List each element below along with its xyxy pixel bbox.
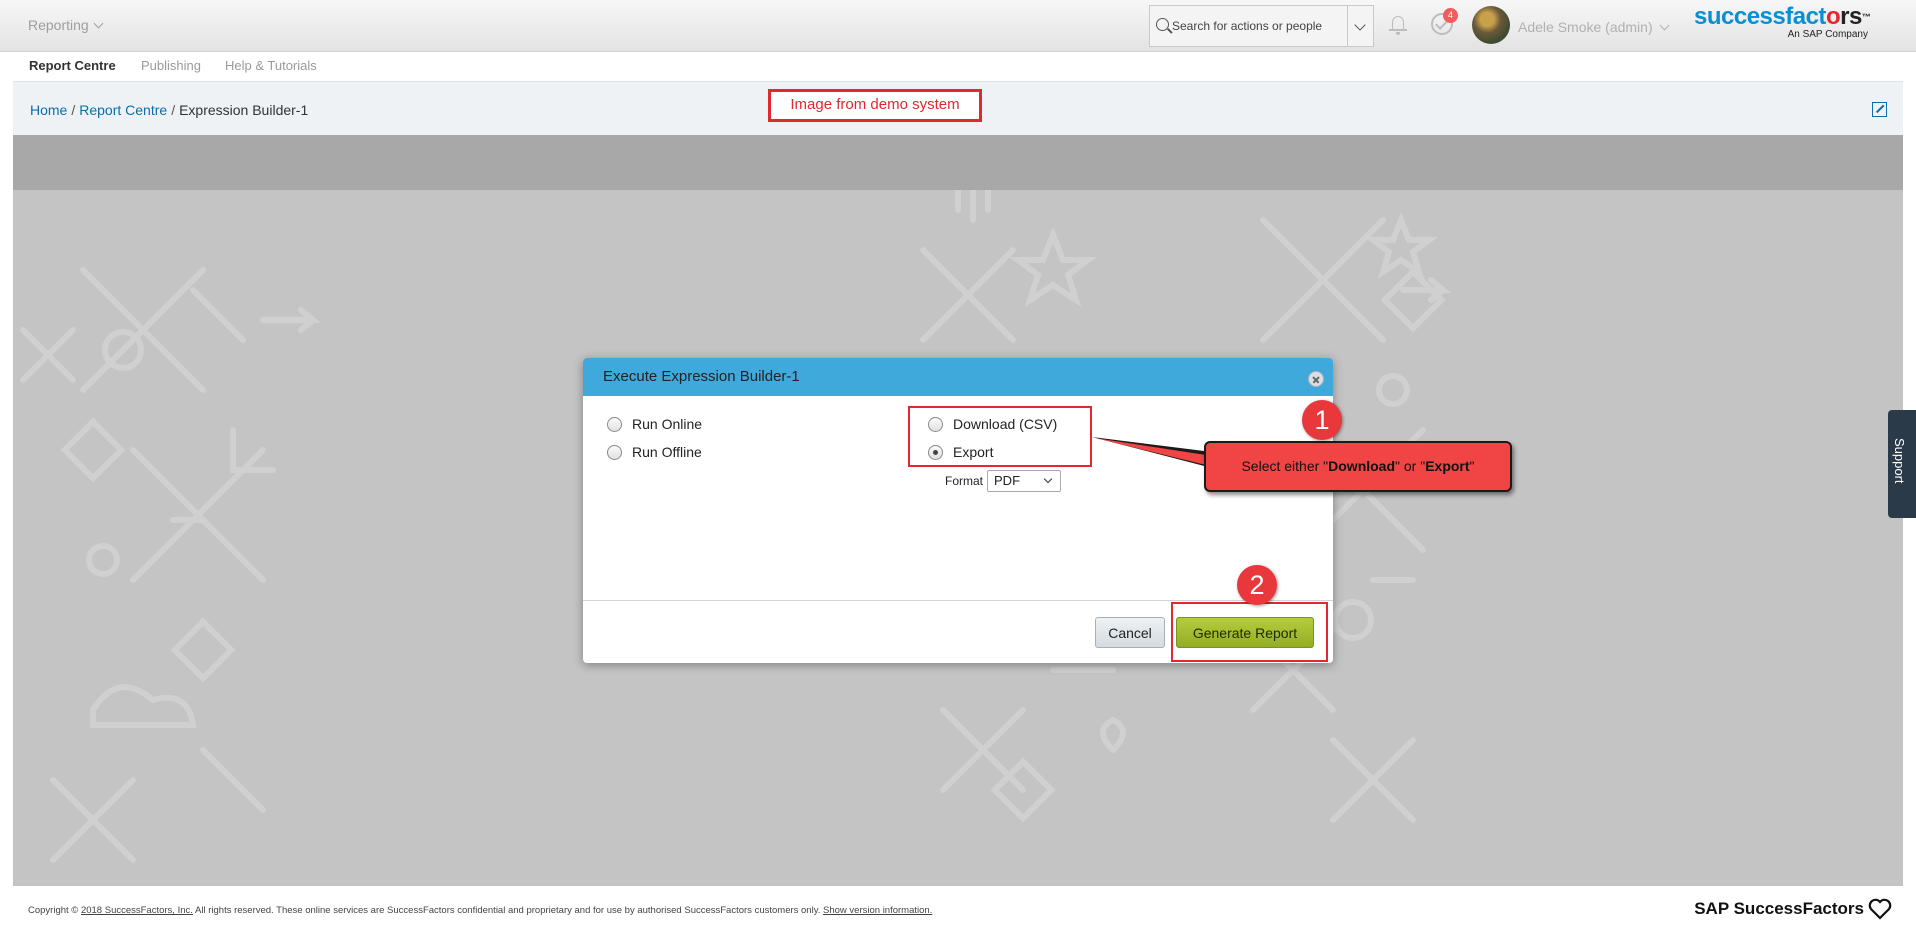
page-header: Home / Report Centre / Expression Builder-1 … <box>13 81 1903 135</box>
run-offline-label: Run Offline <box>632 444 702 460</box>
breadcrumb: Home / Report Centre / Expression Builder-1 <box>30 102 309 118</box>
footer: Copyright © 2018 SuccessFactors, Inc. Al… <box>0 886 1916 930</box>
logo-subtitle: An SAP Company <box>1787 29 1868 40</box>
highlight-generate-button <box>1171 602 1328 662</box>
successfactors-logo[interactable]: successfactors™ An SAP Company <box>1694 4 1894 41</box>
option-run-offline[interactable]: Run Offline <box>607 444 702 460</box>
run-online-radio[interactable] <box>607 416 622 432</box>
chevron-down-icon <box>93 18 104 28</box>
fullscreen-icon[interactable] <box>1872 102 1887 117</box>
copyright-link[interactable]: 2018 SuccessFactors, Inc. <box>81 905 193 916</box>
search-scope-dropdown[interactable] <box>1347 6 1373 46</box>
format-row: Format PDF <box>945 470 1062 492</box>
user-menu[interactable]: Adele Smoke (admin) <box>1518 19 1670 35</box>
sub-navigation: Report Centre Publishing Help & Tutorial… <box>0 53 1916 81</box>
option-run-online[interactable]: Run Online <box>607 416 702 432</box>
copyright-text: Copyright © 2018 SuccessFactors, Inc. Al… <box>28 905 933 916</box>
highlight-output-options <box>908 406 1092 467</box>
dialog-title: Execute Expression Builder-1 <box>603 368 800 385</box>
step-1-marker: 1 <box>1302 400 1342 440</box>
module-picker[interactable]: Reporting <box>28 17 104 33</box>
tab-help-tutorials[interactable]: Help & Tutorials <box>225 58 317 73</box>
search-icon <box>1150 6 1186 46</box>
avatar[interactable] <box>1472 6 1510 44</box>
toolbar-overlay <box>13 135 1903 190</box>
run-online-label: Run Online <box>632 416 703 432</box>
breadcrumb-report-centre[interactable]: Report Centre <box>79 102 167 118</box>
support-tab[interactable]: Support <box>1888 410 1916 518</box>
user-name: Adele Smoke (admin) <box>1518 19 1653 35</box>
module-label: Reporting <box>28 17 89 33</box>
notification-bell-icon[interactable] <box>1388 14 1408 36</box>
heart-icon <box>1868 898 1892 920</box>
search-input[interactable] <box>1172 19 1332 33</box>
search-box[interactable] <box>1149 5 1374 47</box>
todo-count-badge: 4 <box>1443 8 1458 23</box>
sap-successfactors-brand: SAP SuccessFactors <box>1694 898 1892 920</box>
breadcrumb-home[interactable]: Home <box>30 102 67 118</box>
cancel-button[interactable]: Cancel <box>1095 617 1165 648</box>
shell-bar: Reporting 4 Adele Smoke (admin) successf… <box>0 0 1916 52</box>
dialog-divider <box>583 600 1333 601</box>
tab-publishing[interactable]: Publishing <box>141 58 201 73</box>
tab-report-centre[interactable]: Report Centre <box>29 58 116 73</box>
callout-select-option: Select either "Download" or "Export" <box>1204 441 1512 492</box>
run-offline-radio[interactable] <box>607 444 622 460</box>
close-icon[interactable] <box>1308 371 1324 387</box>
demo-system-label: Image from demo system <box>768 89 982 122</box>
chevron-down-icon <box>1659 20 1670 30</box>
breadcrumb-current: Expression Builder-1 <box>179 102 309 118</box>
format-select[interactable]: PDF <box>987 470 1062 492</box>
step-2-marker: 2 <box>1237 565 1277 605</box>
format-label: Format <box>945 474 984 488</box>
dialog-header: Execute Expression Builder-1 <box>583 358 1333 396</box>
support-label: Support <box>1892 438 1907 484</box>
version-info-link[interactable]: Show version information. <box>823 905 932 916</box>
